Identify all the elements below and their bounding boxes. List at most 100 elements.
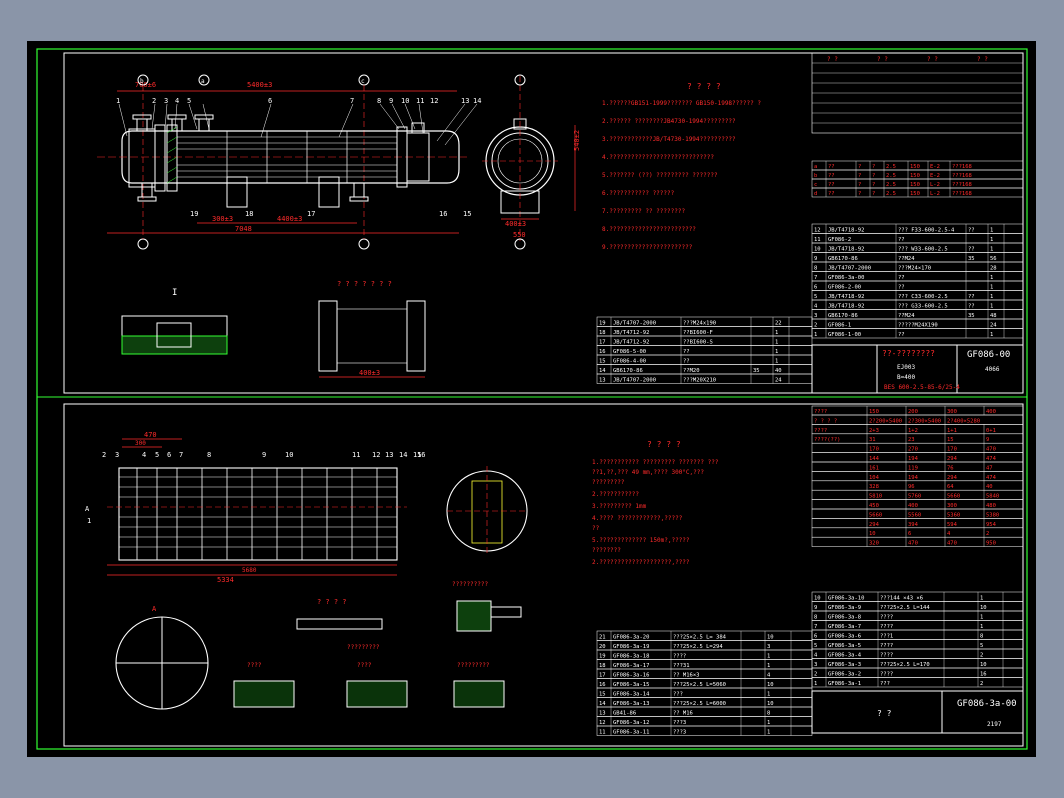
bom-upper-row: 4 JB/T4718-92 ??? G33-600-2.5?? 1 xyxy=(811,299,1024,310)
spec-cell: 294 xyxy=(947,475,958,481)
spec-cell: 294 xyxy=(869,522,880,528)
spec-cell: 9 xyxy=(986,437,989,443)
bom-upper-row: 7 GF086-3a-00?? 1 xyxy=(811,271,1024,282)
dim-side-c: 550 xyxy=(513,231,526,239)
lower-tube-bundle-view: 470 300 5680 5334 A 2 3 4 5 6 7 8 9 10 11 12 13 14 15… xyxy=(85,431,425,584)
svg-text:5.????????????? 150m?,?????: 5.????????????? 150m?,????? xyxy=(592,537,690,544)
upper-main-view: 700±6 5400±3 b a c 1 2 3 4 5 6 7 8 9 10 … xyxy=(97,74,481,250)
lower-part-no-9: 9 xyxy=(262,451,266,459)
svg-text:?????????: ????????? xyxy=(457,662,490,669)
spec-header-cell: 200 xyxy=(908,409,918,415)
spec-cell: 47 xyxy=(986,465,993,471)
spec-cell: 950 xyxy=(986,541,996,547)
bom-lower-cell: 10 xyxy=(980,662,987,668)
bom-lower-cell: GF086-3a-5 xyxy=(828,643,861,649)
bom-upper-cell: 35 xyxy=(968,313,975,319)
bom-upper-lower-cell: ???M24x190 xyxy=(683,321,716,327)
bom-lower-row: 7 GF086-3a-7???? 1 xyxy=(811,620,1024,631)
bom-upper-cell: ?? xyxy=(968,304,975,310)
bom-upper-lower-cell: 1 xyxy=(775,359,778,365)
bom-lower-row: 8 GF086-3a-8???? 1 xyxy=(811,610,1024,621)
spec-row: ? ? ? ? 2?200×5400 2?300×5400 2?400×5280 xyxy=(811,414,1024,425)
part-no-4: 4 xyxy=(175,97,179,105)
bom-lower-lower-cell: 13 xyxy=(599,711,606,717)
bom-lower-cell: GF086-3a-1 xyxy=(828,681,861,687)
nozzle-row: b???? 2.5 150 E-2 ???168 xyxy=(811,169,1024,180)
bom-lower-cell: 1 xyxy=(814,681,817,687)
spec-cell: 40 xyxy=(986,484,993,490)
spec-cell: 5660 xyxy=(869,512,882,518)
nozzle-cell: ?? xyxy=(828,191,835,197)
svg-text:a: a xyxy=(201,78,205,85)
spec-row: 170 270 170 470 xyxy=(811,442,1024,453)
nozzle-cell: ???168 xyxy=(952,173,972,179)
dim-side-a: 540±2 xyxy=(573,130,581,151)
lower-part-no-2: 2 xyxy=(102,451,106,459)
bom-lower-lower-row: 15 GF086-3a-14??? 1 xyxy=(596,687,813,698)
bom-lower-lower-cell: ???3 xyxy=(673,730,686,736)
bom-upper-lower-row: 19 JB/T4707-2000 ???M24x190 22 xyxy=(596,316,813,327)
part-no-6: 6 xyxy=(268,97,272,105)
bom-upper-cell: 1 xyxy=(990,237,993,243)
nozzle-cell: 150 xyxy=(910,191,920,197)
nozzle-cell: b xyxy=(814,173,817,179)
bom-upper-lower-cell: ???M20X210 xyxy=(683,378,716,384)
bom-upper-lower-cell: JB/T4707-2000 xyxy=(613,378,656,384)
detail-title: ? ? ? ? ? ? ? xyxy=(337,280,392,288)
bom-upper-cell: GF086-3a-00 xyxy=(828,275,864,281)
bom-lower-lower-cell: ???3 xyxy=(673,720,686,726)
bom-lower-cell: 2 xyxy=(980,653,983,659)
cad-drawing-canvas[interactable]: 700±6 5400±3 b a c 1 2 3 4 5 6 7 8 9 10 … xyxy=(27,41,1036,757)
spec-cell: 594 xyxy=(947,522,958,528)
part-no-8: 8 xyxy=(377,97,381,105)
nozzle-cell: 150 xyxy=(910,182,920,188)
bom-lower-lower-cell: GF086-3a-18 xyxy=(613,654,649,660)
lower-weight: 2197 xyxy=(987,721,1002,728)
bom-lower-lower-cell: ?? M16×3 xyxy=(673,673,700,679)
lower-part-no-10: 10 xyxy=(285,451,293,459)
lower-part-no-5: 5 xyxy=(155,451,159,459)
bom-lower-lower-cell: 17 xyxy=(599,673,606,679)
spec-row: 5660 5560 5360 5380 xyxy=(811,508,1024,519)
spec-cell: 474 xyxy=(986,475,997,481)
upper-design-table: ? ?? ?? ?? ?a???? 2.5 150 E-2 ???168b???? 2.5… xyxy=(811,52,1024,198)
svg-text:5.??????? (??) ????????? ?????: 5.??????? (??) ????????? ??????? xyxy=(602,172,718,179)
bom-upper-cell: ?? xyxy=(898,332,905,338)
spec-cell: 64 xyxy=(947,484,954,490)
bom-upper-cell: 1 xyxy=(990,275,993,281)
bom-lower-row: 2 GF086-3a-2???? 16 xyxy=(811,667,1024,678)
svg-text:2.???????????: 2.??????????? xyxy=(592,491,639,498)
bom-upper-cell: GB6170-86 xyxy=(828,313,858,319)
bom-lower-lower-cell: 8 xyxy=(767,711,770,717)
bom-lower-lower-row: 16 GF086-3a-15 ???25×2.5 L=5060 10 xyxy=(596,678,813,689)
spec-cell: 144 xyxy=(869,456,880,462)
bom-lower-cell: ???? xyxy=(880,672,893,678)
bom-upper-lower-cell: 19 xyxy=(599,321,606,327)
bom-lower-cell: 1 xyxy=(980,615,983,621)
bom-upper-lower-cell: ??M20 xyxy=(683,368,700,374)
bom-lower-lower-cell: GF086-3a-11 xyxy=(613,730,649,736)
upper-notes-title: ? ? ? ? xyxy=(687,82,721,91)
bom-upper-cell: ?? xyxy=(968,294,975,300)
bom-lower-cell: ???? xyxy=(880,653,893,659)
part-no-11: 11 xyxy=(416,97,424,105)
nozzle-cell: L-2 xyxy=(930,191,940,197)
bom-upper-lower-cell: ??BI600-S xyxy=(683,340,713,346)
bom-lower-cell: 2 xyxy=(814,672,817,678)
bom-upper-lower-cell: ??BI600-F xyxy=(683,330,713,336)
svg-text:?????????: ????????? xyxy=(347,644,380,651)
bom-lower-lower-row: 20 GF086-3a-19 ???25×2.5 L=294 3 xyxy=(596,640,813,651)
bom-lower-lower-row: 12 GF086-3a-12 ???3 1 xyxy=(596,716,813,727)
bom-lower-cell: 4 xyxy=(814,653,818,659)
bom-upper-lower-cell: JB/T4712-92 xyxy=(613,340,649,346)
bom-lower-cell: ???? xyxy=(880,643,893,649)
bom-lower-cell: ???144 ×43 ×6 xyxy=(880,596,923,602)
bom-lower-cell: 10 xyxy=(980,605,987,611)
bom-upper-lower-cell: GB6170-86 xyxy=(613,368,643,374)
bom-lower-cell: ???25×2.5 L=144 xyxy=(880,605,930,611)
bom-lower-lower-cell: ?? M16 xyxy=(673,711,693,717)
bom-upper-cell: 1 xyxy=(990,294,993,300)
bom-lower-cell: 16 xyxy=(980,672,987,678)
upper-detail-views: I ? ? ? ? ? ? ? 400±3 xyxy=(121,280,426,378)
spec-row: 320 470 470 950 xyxy=(811,536,1024,547)
